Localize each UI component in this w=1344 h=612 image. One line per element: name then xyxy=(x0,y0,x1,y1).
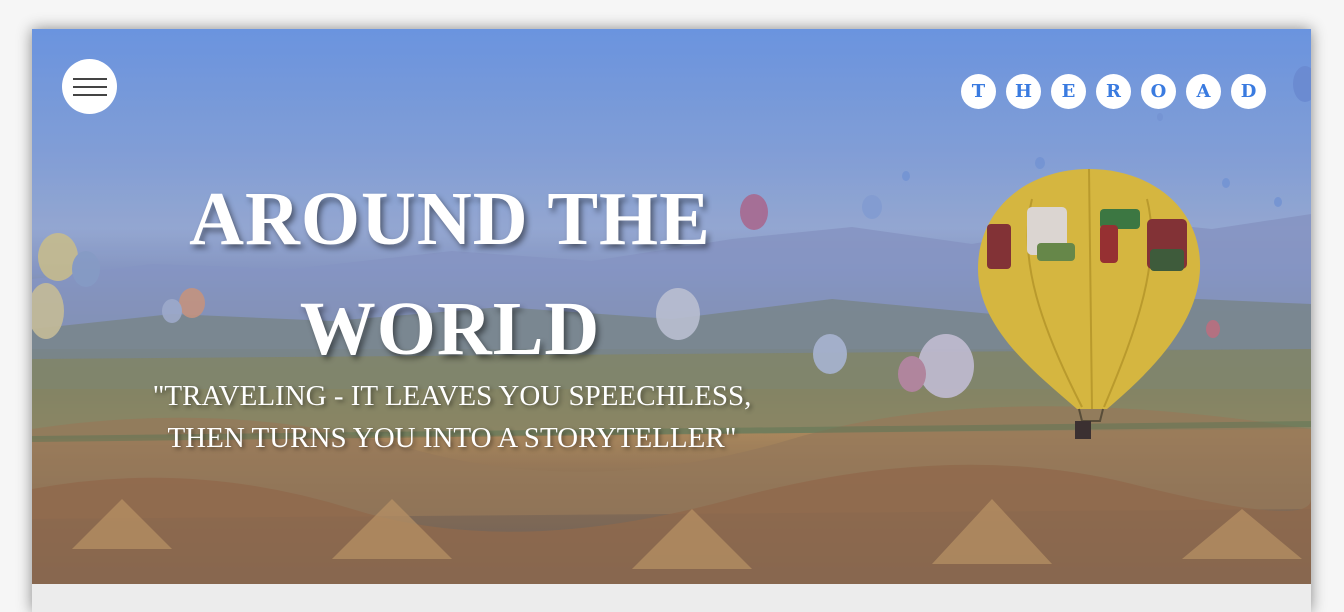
menu-button[interactable] xyxy=(62,59,117,114)
hero-quote: "TRAVELING - IT LEAVES YOU SPEECHLESS, T… xyxy=(152,380,752,454)
hero-title: AROUND THE WORLD xyxy=(189,177,711,371)
site-logo[interactable]: T H E R O A D xyxy=(961,74,1266,109)
hero-banner: T H E R O A D AROUND THE WORLD "TRAVELIN… xyxy=(32,29,1311,584)
hamburger-menu-icon xyxy=(72,77,107,80)
logo-letter: T xyxy=(961,74,996,109)
logo-letter: E xyxy=(1051,74,1086,109)
logo-letter: H xyxy=(1006,74,1041,109)
logo-letter: D xyxy=(1231,74,1266,109)
hamburger-menu-icon-line xyxy=(72,93,107,96)
hamburger-menu-icon-line xyxy=(72,85,107,88)
logo-letter: O xyxy=(1141,74,1176,109)
logo-letter: A xyxy=(1186,74,1221,109)
page-frame: T H E R O A D AROUND THE WORLD "TRAVELIN… xyxy=(32,29,1311,612)
logo-letter: R xyxy=(1096,74,1131,109)
